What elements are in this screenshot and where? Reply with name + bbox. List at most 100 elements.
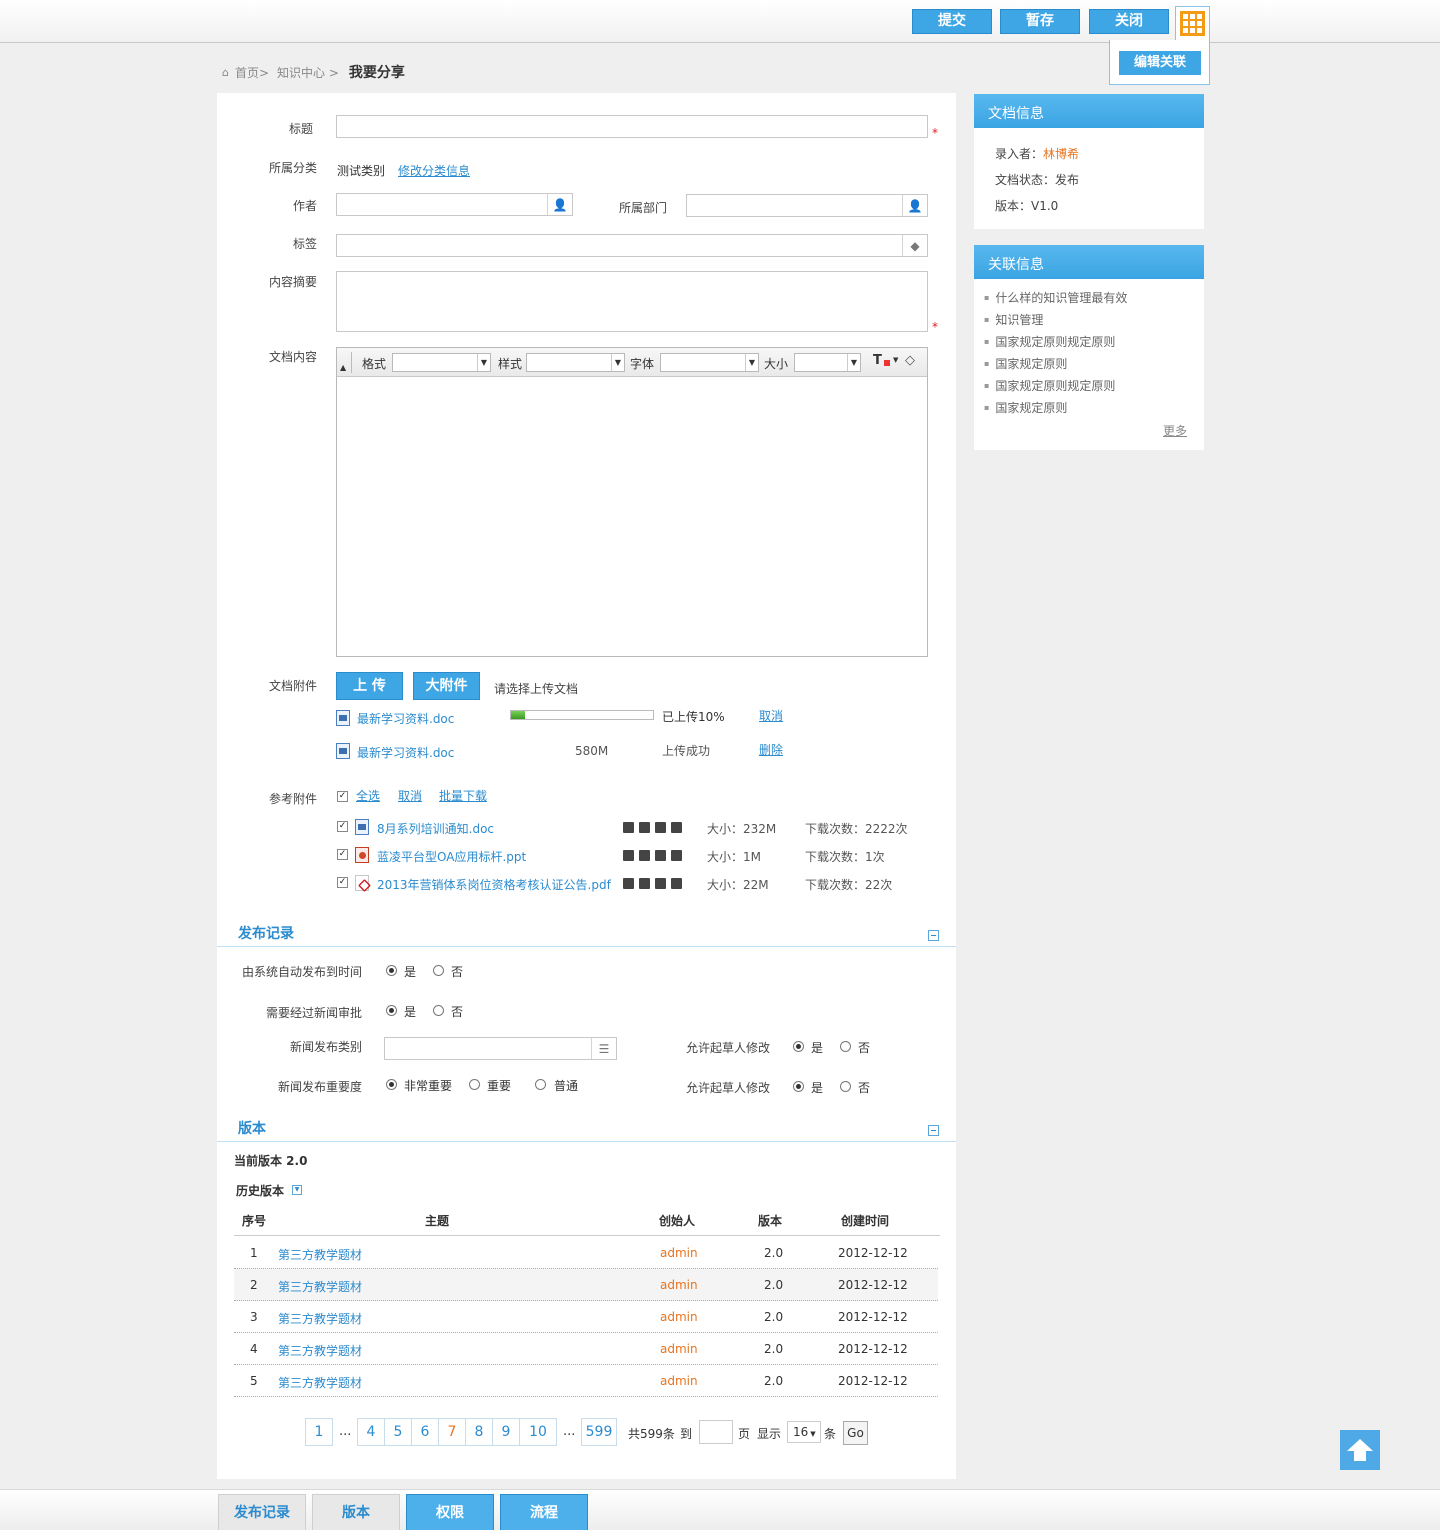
recorder-name[interactable]: 林博希 xyxy=(1043,147,1079,161)
select-all-checkbox[interactable]: ✓ xyxy=(337,791,348,802)
list-picker-icon[interactable]: ☰ xyxy=(591,1038,616,1059)
news-category-input[interactable]: ☰ xyxy=(384,1037,617,1060)
tags-input[interactable]: ◆ xyxy=(336,234,928,257)
radio-yes[interactable] xyxy=(793,1041,804,1052)
ref-checkbox[interactable]: ✓ xyxy=(337,849,348,860)
radio-no[interactable] xyxy=(433,1005,444,1016)
row-subject-link[interactable]: 第三方教学题材 xyxy=(278,1310,362,1327)
page-link[interactable]: 9 xyxy=(492,1418,520,1446)
table-row[interactable]: 2 第三方教学题材 admin 2.0 2012-12-12 xyxy=(234,1269,938,1301)
ref-file-link[interactable]: 2013年营销体系岗位资格考核认证公告.pdf xyxy=(377,876,611,893)
radio-yes[interactable] xyxy=(386,965,397,976)
page-link-current[interactable]: 7 xyxy=(438,1418,466,1446)
font-select[interactable]: ▼ xyxy=(660,353,759,372)
radio-no[interactable] xyxy=(840,1041,851,1052)
row-subject-link[interactable]: 第三方教学题材 xyxy=(278,1278,362,1295)
attachment-file-link[interactable]: 最新学习资料.doc xyxy=(357,744,454,761)
page-link[interactable]: 599 xyxy=(581,1418,617,1446)
close-button[interactable]: 关闭 xyxy=(1089,9,1169,34)
size-select[interactable]: ▼ xyxy=(794,353,861,372)
large-attachment-button[interactable]: 大附件 xyxy=(413,672,480,700)
page-number-input[interactable] xyxy=(699,1420,733,1444)
tab-workflow[interactable]: 流程 xyxy=(500,1494,588,1530)
tab-permissions[interactable]: 权限 xyxy=(406,1494,494,1530)
radio-yes[interactable] xyxy=(386,1005,397,1016)
edit-icon[interactable] xyxy=(655,822,666,833)
submit-button[interactable]: 提交 xyxy=(912,9,992,34)
page-size-select[interactable]: 16 ▼ xyxy=(787,1421,821,1443)
page-link[interactable]: 8 xyxy=(465,1418,493,1446)
radio-very-important[interactable] xyxy=(386,1079,397,1090)
edit-icon[interactable] xyxy=(655,850,666,861)
dept-input[interactable]: 👤 xyxy=(686,194,928,217)
chevron-down-icon[interactable]: ▼ xyxy=(292,1185,302,1195)
collapse-icon[interactable] xyxy=(928,930,939,941)
related-item-link[interactable]: 国家规定原则规定原则 xyxy=(984,377,1115,394)
print-icon[interactable] xyxy=(671,850,682,861)
batch-download-link[interactable]: 批量下载 xyxy=(439,787,487,804)
page-link[interactable]: 1 xyxy=(305,1418,333,1446)
edit-icon[interactable] xyxy=(655,878,666,889)
tag-icon[interactable]: ◆ xyxy=(902,235,927,256)
collapse-icon[interactable] xyxy=(928,1125,939,1136)
radio-normal[interactable] xyxy=(535,1079,546,1090)
title-input[interactable] xyxy=(336,115,928,138)
user-picker-icon[interactable]: 👤 xyxy=(902,195,927,216)
tab-publish-record[interactable]: 发布记录 xyxy=(218,1494,306,1530)
go-button[interactable]: Go xyxy=(843,1421,868,1445)
related-item-link[interactable]: 知识管理 xyxy=(984,311,1043,328)
more-link[interactable]: 更多 xyxy=(1163,422,1187,439)
select-all-link[interactable]: 全选 xyxy=(356,787,380,804)
table-row[interactable]: 1 第三方教学题材 admin 2.0 2012-12-12 xyxy=(234,1237,938,1269)
ref-checkbox[interactable]: ✓ xyxy=(337,877,348,888)
page-link[interactable]: 4 xyxy=(357,1418,385,1446)
ref-file-link[interactable]: 蓝凌平台型OA应用标杆.ppt xyxy=(377,848,526,865)
author-input[interactable]: 👤 xyxy=(336,193,573,216)
page-link[interactable]: 10 xyxy=(519,1418,557,1446)
tab-version[interactable]: 版本 xyxy=(312,1494,400,1530)
edit-relation-button[interactable]: 编辑关联 xyxy=(1119,51,1201,75)
download-icon[interactable] xyxy=(639,850,650,861)
attachment-file-link[interactable]: 最新学习资料.doc xyxy=(357,710,454,727)
download-icon[interactable] xyxy=(639,878,650,889)
related-item-link[interactable]: 国家规定原则规定原则 xyxy=(984,333,1115,350)
page-link[interactable]: 6 xyxy=(411,1418,439,1446)
row-subject-link[interactable]: 第三方教学题材 xyxy=(278,1246,362,1263)
view-icon[interactable] xyxy=(623,878,634,889)
row-subject-link[interactable]: 第三方教学题材 xyxy=(278,1374,362,1391)
upload-button[interactable]: 上 传 xyxy=(336,672,403,700)
related-item-link[interactable]: 什么样的知识管理最有效 xyxy=(984,289,1127,306)
clear-format-icon[interactable]: ◇ xyxy=(905,353,915,368)
radio-important[interactable] xyxy=(469,1079,480,1090)
table-row[interactable]: 3 第三方教学题材 admin 2.0 2012-12-12 xyxy=(234,1301,938,1333)
cancel-upload-link[interactable]: 取消 xyxy=(759,707,783,724)
format-select[interactable]: ▼ xyxy=(392,353,491,372)
apps-grid-button[interactable] xyxy=(1175,6,1210,41)
cancel-selection-link[interactable]: 取消 xyxy=(398,787,422,804)
related-item-link[interactable]: 国家规定原则 xyxy=(984,399,1067,416)
page-link[interactable]: 5 xyxy=(384,1418,412,1446)
ref-file-link[interactable]: 8月系列培训通知.doc xyxy=(377,820,494,837)
print-icon[interactable] xyxy=(671,878,682,889)
style-select[interactable]: ▼ xyxy=(526,353,625,372)
back-to-top-button[interactable] xyxy=(1340,1430,1380,1470)
download-icon[interactable] xyxy=(639,822,650,833)
breadcrumb-knowledge-center[interactable]: 知识中心 > xyxy=(277,64,339,81)
delete-attachment-link[interactable]: 删除 xyxy=(759,741,783,758)
row-subject-link[interactable]: 第三方教学题材 xyxy=(278,1342,362,1359)
radio-no[interactable] xyxy=(840,1081,851,1092)
edit-category-link[interactable]: 修改分类信息 xyxy=(398,162,470,179)
summary-textarea[interactable] xyxy=(336,271,928,332)
dropdown-arrow-icon[interactable]: ▼ xyxy=(893,356,898,364)
view-icon[interactable] xyxy=(623,822,634,833)
table-row[interactable]: 5 第三方教学题材 admin 2.0 2012-12-12 xyxy=(234,1365,938,1397)
rich-text-editor[interactable]: ▲ 格式 ▼ 样式 ▼ 字体 ▼ 大小 ▼ T ▼ ◇ xyxy=(336,347,928,657)
save-draft-button[interactable]: 暂存 xyxy=(1000,9,1080,34)
ref-checkbox[interactable]: ✓ xyxy=(337,821,348,832)
user-picker-icon[interactable]: 👤 xyxy=(547,194,572,215)
view-icon[interactable] xyxy=(623,850,634,861)
related-item-link[interactable]: 国家规定原则 xyxy=(984,355,1067,372)
print-icon[interactable] xyxy=(671,822,682,833)
collapse-icon[interactable]: ▲ xyxy=(340,363,346,372)
table-row[interactable]: 4 第三方教学题材 admin 2.0 2012-12-12 xyxy=(234,1333,938,1365)
